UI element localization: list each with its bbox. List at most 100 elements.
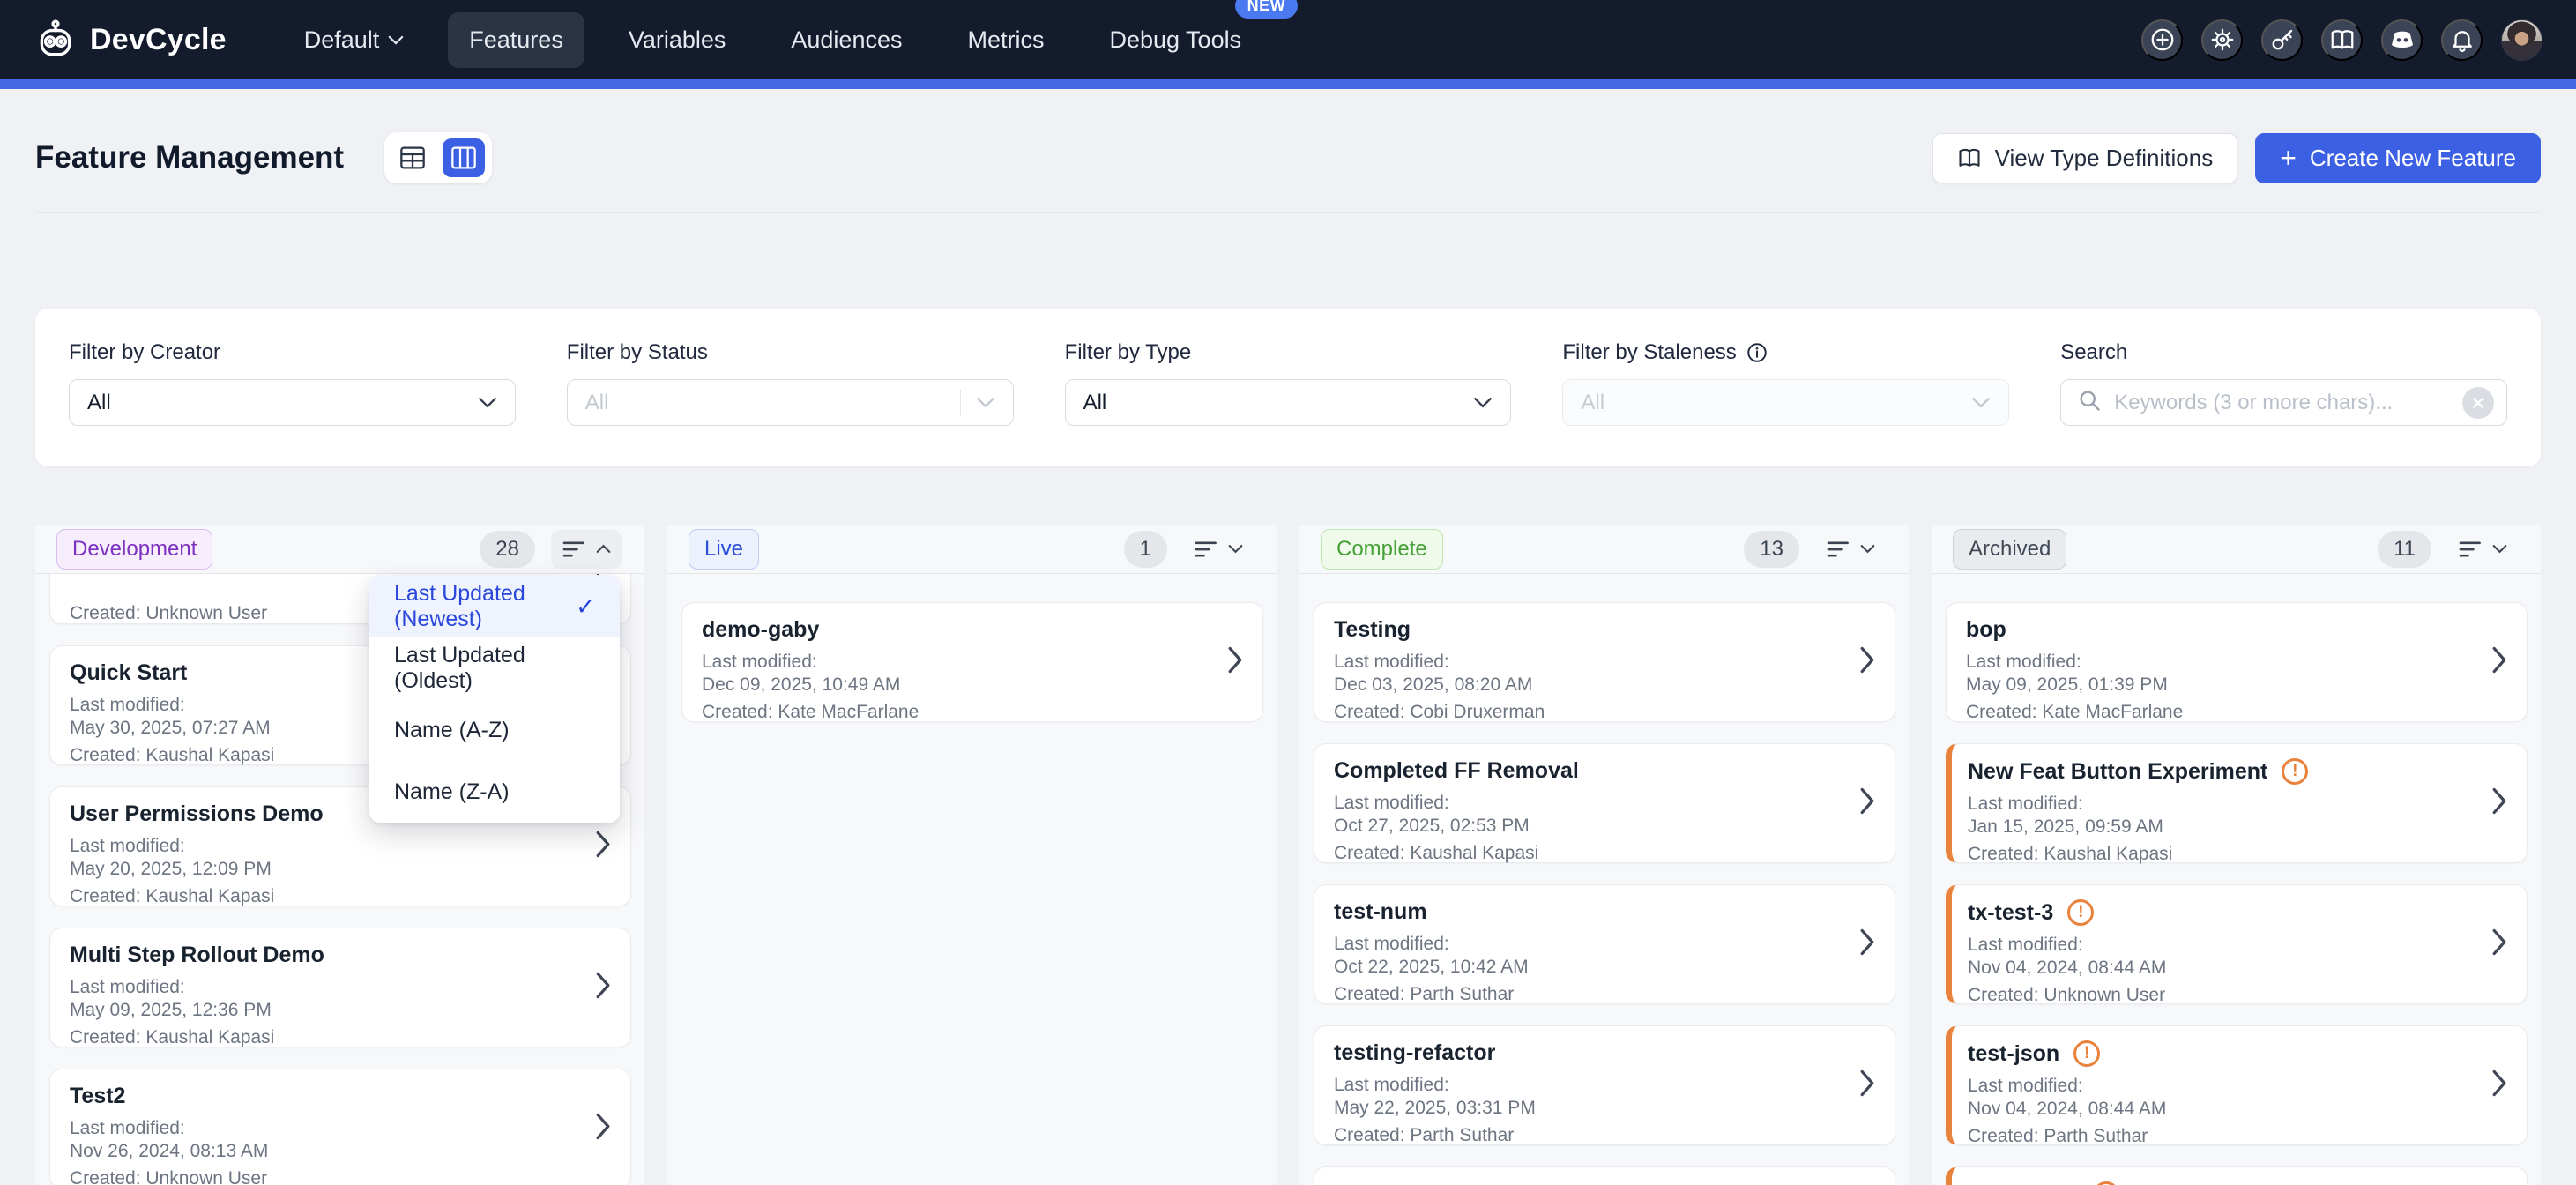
sort-bars-icon <box>1194 539 1220 560</box>
create-new-feature-button[interactable]: + Create New Feature <box>2255 133 2541 183</box>
filter-status-select[interactable]: All <box>567 379 1014 426</box>
nav-item-audiences[interactable]: Audiences <box>770 12 923 68</box>
stale-warning-icon: ! <box>2073 1040 2100 1067</box>
column-count: 28 <box>480 531 535 568</box>
filter-staleness: Filter by Staleness All <box>1562 340 2009 426</box>
stale-warning-icon: ! <box>2282 758 2308 785</box>
nav-item-variables[interactable]: Variables <box>607 12 748 68</box>
feature-card[interactable]: demo-gabyLast modified:Dec 09, 2025, 10:… <box>681 602 1263 722</box>
column-live: Live 1 demo-gabyLast modified:Dec 09, 20… <box>667 525 1277 1185</box>
clear-search-button[interactable] <box>2462 387 2494 419</box>
chevron-right-icon <box>2491 1069 2507 1102</box>
nav-item-debug-tools[interactable]: Debug Tools NEW <box>1088 12 1262 68</box>
sort-menu-item-newest[interactable]: Last Updated (Newest) ✓ <box>369 576 620 637</box>
created-by-value: Created: Unknown User <box>1968 984 2474 1007</box>
filter-type-label: Filter by Type <box>1065 340 1512 365</box>
feature-card[interactable]: demo-paulLast modified: <box>1314 1166 1895 1185</box>
feature-board: Development 28 Last modified: Created: Un… <box>35 525 2541 1185</box>
sort-menu-item-name-za[interactable]: Name (Z-A) <box>369 761 620 823</box>
filter-creator-select[interactable]: All <box>69 379 516 426</box>
plus-circle-icon <box>2149 26 2176 53</box>
notifications-button[interactable] <box>2441 19 2483 61</box>
feature-card[interactable]: rachel-test!Last modified: <box>1946 1166 2528 1185</box>
chevron-right-icon <box>1859 787 1875 820</box>
filter-creator-label: Filter by Creator <box>69 340 516 365</box>
status-badge: Development <box>56 529 212 570</box>
last-modified-label: Last modified: <box>1968 934 2474 957</box>
status-badge: Live <box>689 529 759 570</box>
gear-icon <box>2209 26 2236 53</box>
feature-card[interactable]: test-numLast modified:Oct 22, 2025, 10:4… <box>1314 884 1895 1004</box>
chevron-right-icon <box>595 831 611 863</box>
nav-item-metrics[interactable]: Metrics <box>946 12 1065 68</box>
feature-card[interactable]: New Feat Button Experiment!Last modified… <box>1946 743 2528 863</box>
stale-warning-icon: ! <box>2093 1181 2119 1185</box>
view-type-definitions-button[interactable]: View Type Definitions <box>1932 133 2238 183</box>
last-modified-value: May 20, 2025, 12:09 PM <box>70 858 577 881</box>
documentation-button[interactable] <box>2321 19 2363 61</box>
last-modified-label: Last modified: <box>1968 793 2474 816</box>
feature-card[interactable]: TestingLast modified:Dec 03, 2025, 08:20… <box>1314 602 1895 722</box>
project-selector[interactable]: Default <box>283 12 426 68</box>
last-modified-value: May 22, 2025, 03:31 PM <box>1334 1097 1842 1120</box>
discord-button[interactable] <box>2381 19 2423 61</box>
feature-card[interactable]: testing-refactorLast modified:May 22, 20… <box>1314 1025 1895 1145</box>
created-by-value: Created: Parth Suthar <box>1334 1124 1842 1147</box>
settings-button[interactable] <box>2201 19 2243 61</box>
select-divider <box>960 390 961 416</box>
feature-card[interactable]: bopLast modified:May 09, 2025, 01:39 PMC… <box>1946 602 2528 722</box>
column-complete: Complete 13 TestingLast modified:Dec 03,… <box>1299 525 1909 1185</box>
column-archived-header: Archived 11 <box>1932 525 2541 574</box>
chevron-down-icon <box>976 397 995 408</box>
brand[interactable]: DevCycle <box>34 18 227 62</box>
feature-title: Test2 <box>70 1084 125 1109</box>
filter-type-select[interactable]: All <box>1065 379 1512 426</box>
new-badge: NEW <box>1235 0 1299 19</box>
column-count: 13 <box>1744 531 1799 568</box>
column-complete-header: Complete 13 <box>1299 525 1909 574</box>
brand-name: DevCycle <box>90 23 227 57</box>
top-nav: DevCycle Default Features Variables Audi… <box>0 0 2576 79</box>
chevron-right-icon <box>2491 646 2507 679</box>
created-by-value: Created: Kaushal Kapasi <box>70 1026 577 1049</box>
created-by-value: Created: Parth Suthar <box>1968 1125 2474 1148</box>
table-view-button[interactable] <box>391 138 434 177</box>
search-input[interactable] <box>2114 391 2462 415</box>
feature-card[interactable]: Test2Last modified:Nov 26, 2024, 08:13 A… <box>49 1069 631 1185</box>
column-sort-button[interactable] <box>1815 530 1886 569</box>
chevron-down-icon <box>1228 544 1243 554</box>
plus-icon: + <box>2280 144 2297 172</box>
feature-card[interactable]: test-json!Last modified:Nov 04, 2024, 08… <box>1946 1025 2528 1145</box>
created-by-value: Created: Kate MacFarlane <box>1966 701 2474 724</box>
filter-type: Filter by Type All <box>1065 340 1512 426</box>
last-modified-value: May 09, 2025, 12:36 PM <box>70 999 577 1022</box>
kanban-view-button[interactable] <box>443 138 485 177</box>
last-modified-label: Last modified: <box>1968 1075 2474 1098</box>
feature-card[interactable]: Completed FF RemovalLast modified:Oct 27… <box>1314 743 1895 863</box>
create-button[interactable] <box>2141 19 2183 61</box>
column-archived-cards: bopLast modified:May 09, 2025, 01:39 PMC… <box>1932 574 2541 1185</box>
filter-status: Filter by Status All <box>567 340 1014 426</box>
chevron-down-icon <box>2492 544 2507 554</box>
feature-title: testing-refactor <box>1334 1040 1495 1066</box>
sort-menu-item-name-az[interactable]: Name (A-Z) <box>369 699 620 761</box>
chevron-right-icon <box>1859 1069 1875 1102</box>
column-live-cards: demo-gabyLast modified:Dec 09, 2025, 10:… <box>667 574 1277 1185</box>
nav-item-features[interactable]: Features <box>448 12 584 68</box>
api-keys-button[interactable] <box>2261 19 2303 61</box>
info-icon[interactable] <box>1746 341 1768 364</box>
feature-card[interactable]: tx-test-3!Last modified:Nov 04, 2024, 08… <box>1946 884 2528 1004</box>
sort-menu-item-oldest[interactable]: Last Updated (Oldest) <box>369 637 620 699</box>
last-modified-label: Last modified: <box>1334 651 1842 674</box>
stale-warning-icon: ! <box>2067 899 2094 926</box>
last-modified-label: Last modified: <box>70 835 577 858</box>
chevron-down-icon <box>388 35 404 45</box>
column-sort-button[interactable] <box>551 530 622 569</box>
column-sort-button[interactable] <box>1183 530 1254 569</box>
user-avatar[interactable] <box>2501 19 2542 61</box>
filter-staleness-select[interactable]: All <box>1562 379 2009 426</box>
feature-card[interactable]: Multi Step Rollout DemoLast modified:May… <box>49 928 631 1047</box>
chevron-right-icon <box>1859 646 1875 679</box>
column-sort-button[interactable] <box>2447 530 2518 569</box>
feature-title: demo-paul <box>1334 1181 1445 1185</box>
